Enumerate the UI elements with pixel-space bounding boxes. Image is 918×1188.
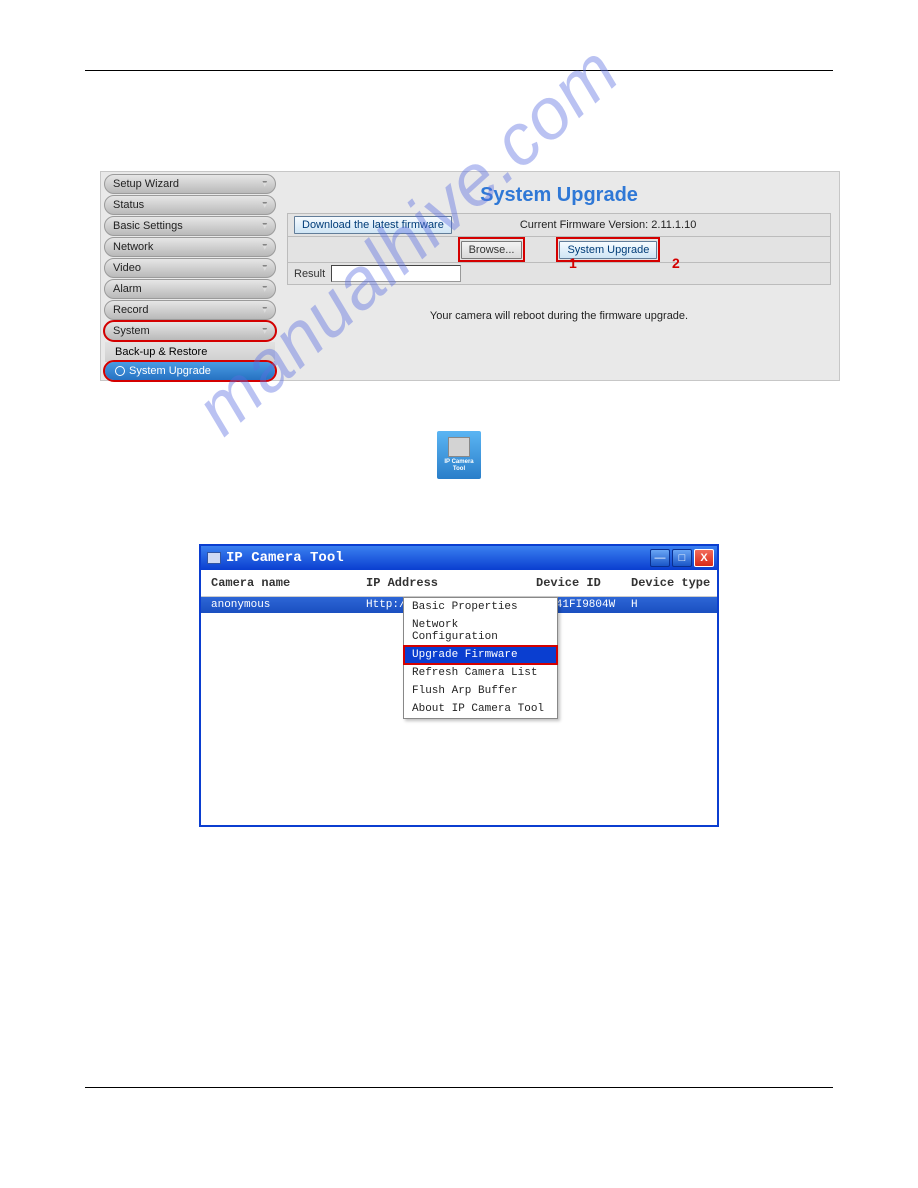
minimize-button[interactable]: — <box>650 549 670 567</box>
sidebar-item-system[interactable]: System ▾ <box>104 321 276 341</box>
sidebar-item-network[interactable]: Network ▾ <box>104 237 276 257</box>
main-panel: System Upgrade Download the latest firmw… <box>279 172 839 380</box>
ctx-upgrade-firmware[interactable]: Upgrade Firmware <box>404 646 557 664</box>
result-row: Result <box>287 263 831 285</box>
result-field[interactable] <box>331 265 461 282</box>
chevron-down-icon: ▾ <box>262 305 267 316</box>
sidebar-label: Network <box>113 241 153 253</box>
col-header-device-type: Device type <box>631 576 717 590</box>
sidebar-label: Setup Wizard <box>113 178 179 190</box>
icon-label: IP CameraTool <box>444 459 473 473</box>
sidebar-label: Basic Settings <box>113 220 183 232</box>
sidebar-item-alarm[interactable]: Alarm ▾ <box>104 279 276 299</box>
col-header-device-id: Device ID <box>536 576 631 590</box>
sidebar-label: Record <box>113 304 148 316</box>
chevron-down-icon: ▾ <box>262 179 267 190</box>
list-header: Camera name IP Address Device ID Device … <box>201 570 717 597</box>
sidebar-item-video[interactable]: Video ▾ <box>104 258 276 278</box>
firmware-row: Download the latest firmware Current Fir… <box>287 213 831 236</box>
sidebar: Setup Wizard ▾ Status ▾ Basic Settings ▾ Ne… <box>101 172 279 380</box>
chevron-down-icon: ▾ <box>262 200 267 211</box>
result-label: Result <box>294 268 325 280</box>
chevron-down-icon: ▾ <box>262 284 267 295</box>
ctx-about[interactable]: About IP Camera Tool <box>404 700 557 718</box>
ip-camera-tool-desktop-icon[interactable]: IP CameraTool <box>437 431 481 479</box>
col-header-ip-address: IP Address <box>366 576 536 590</box>
callout-2: 2 <box>672 255 680 271</box>
ip-camera-tool-window: IP Camera Tool — □ X Camera name IP Addr… <box>199 544 719 827</box>
sidebar-subitem-label: System Upgrade <box>129 365 211 377</box>
chevron-down-icon: ▾ <box>262 242 267 253</box>
bottom-rule <box>85 1087 833 1088</box>
cell-camera-name: anonymous <box>211 599 366 611</box>
sidebar-label: Video <box>113 262 141 274</box>
sidebar-item-basic-settings[interactable]: Basic Settings ▾ <box>104 216 276 236</box>
upload-row: Browse... System Upgrade <box>287 236 831 263</box>
top-rule <box>85 70 833 71</box>
sidebar-item-status[interactable]: Status ▾ <box>104 195 276 215</box>
browse-button[interactable]: Browse... <box>461 241 523 259</box>
sidebar-item-record[interactable]: Record ▾ <box>104 300 276 320</box>
firmware-version-label: Current Firmware Version: 2.11.1.10 <box>520 219 696 231</box>
window-title: IP Camera Tool <box>226 550 344 566</box>
ctx-flush-arp-buffer[interactable]: Flush Arp Buffer <box>404 682 557 700</box>
callout-1: 1 <box>569 255 577 271</box>
cell-device-type: H <box>631 599 717 611</box>
col-header-camera-name: Camera name <box>211 576 366 590</box>
camera-list[interactable]: anonymous Http://1 10841FI9804W H Basic … <box>201 597 717 825</box>
window-titlebar[interactable]: IP Camera Tool — □ X <box>201 546 717 570</box>
ctx-network-configuration[interactable]: Network Configuration <box>404 616 557 646</box>
camera-tool-icon <box>448 437 470 457</box>
sidebar-subitem-system-upgrade[interactable]: System Upgrade <box>105 362 275 380</box>
context-menu: Basic Properties Network Configuration U… <box>403 597 558 719</box>
maximize-button[interactable]: □ <box>672 549 692 567</box>
reboot-note: Your camera will reboot during the firmw… <box>287 310 831 322</box>
sidebar-label: Status <box>113 199 144 211</box>
window-icon <box>207 552 221 564</box>
download-firmware-button[interactable]: Download the latest firmware <box>294 216 452 234</box>
ctx-basic-properties[interactable]: Basic Properties <box>404 598 557 616</box>
chevron-down-icon: ▾ <box>262 326 267 337</box>
sidebar-label: Alarm <box>113 283 142 295</box>
camera-web-ui-screenshot: Setup Wizard ▾ Status ▾ Basic Settings ▾ Ne… <box>100 171 840 381</box>
chevron-down-icon: ▾ <box>262 221 267 232</box>
chevron-down-icon: ▾ <box>262 263 267 274</box>
ctx-refresh-camera-list[interactable]: Refresh Camera List <box>404 664 557 682</box>
close-button[interactable]: X <box>694 549 714 567</box>
sidebar-subitem-backup-restore[interactable]: Back-up & Restore <box>105 342 275 362</box>
browse-highlight: Browse... <box>460 239 524 260</box>
sidebar-label: System <box>113 325 150 337</box>
sidebar-item-setup-wizard[interactable]: Setup Wizard ▾ <box>104 174 276 194</box>
page-title: System Upgrade <box>287 184 831 207</box>
